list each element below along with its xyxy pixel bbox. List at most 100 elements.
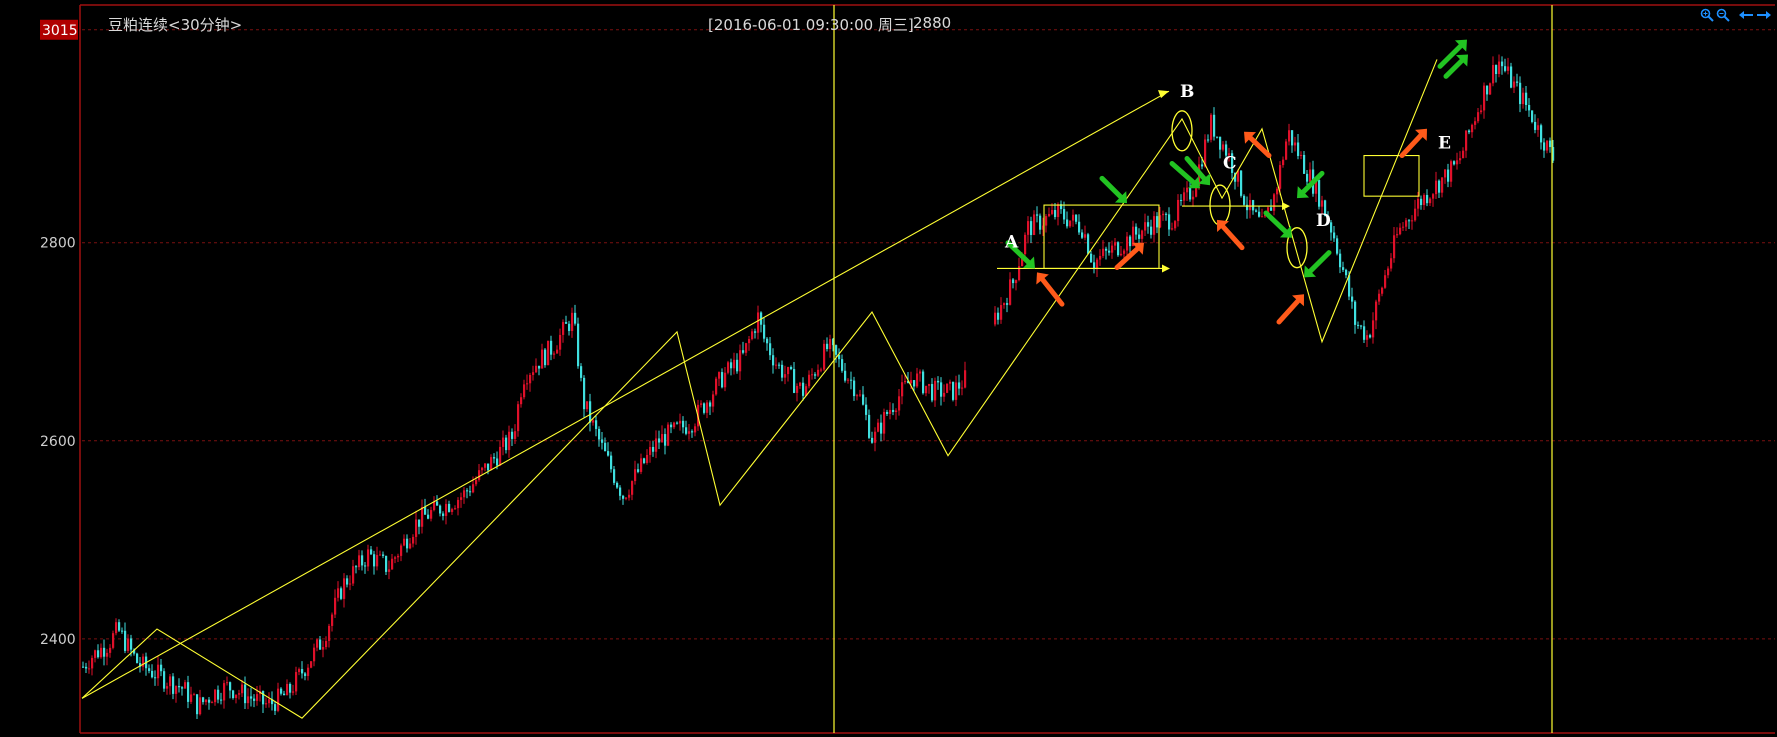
candle-up (457, 499, 460, 509)
candle-up (1507, 66, 1510, 71)
candle-down (1360, 325, 1363, 327)
candle-up (1111, 245, 1114, 253)
candle-down (1135, 226, 1138, 235)
candle-down (1039, 215, 1042, 230)
candle-up (784, 374, 787, 378)
candle-down (340, 588, 343, 599)
candle-down (1534, 121, 1537, 130)
candle-down (598, 428, 601, 440)
candle-down (853, 380, 856, 397)
candle-down (835, 345, 838, 355)
candle-down (436, 501, 439, 506)
candle-down (1525, 92, 1528, 105)
candle-down (121, 630, 124, 632)
candle-down (1147, 222, 1150, 227)
candle-up (166, 686, 169, 689)
candle-down (868, 414, 871, 438)
candle-up (562, 322, 565, 335)
candle-up (1144, 222, 1147, 231)
candle-down (589, 401, 592, 423)
candle-down (637, 469, 640, 472)
arrow-right-icon[interactable] (1756, 8, 1772, 26)
zoom-in-icon[interactable] (1700, 8, 1714, 26)
candle-up (1381, 287, 1384, 294)
green-arrow (1263, 210, 1288, 235)
candle-up (964, 370, 967, 388)
candle-up (1177, 199, 1180, 222)
candle-up (1057, 204, 1060, 218)
candle-up (1033, 214, 1036, 235)
candle-down (187, 682, 190, 702)
candle-up (1414, 208, 1417, 221)
candle-down (1549, 140, 1552, 148)
candle-down (643, 458, 646, 463)
candle-up (526, 383, 529, 385)
candle-up (739, 350, 742, 372)
candlestick-chart[interactable]: A B C D E 2400 2600 2800 3015 (0, 0, 1777, 737)
candle-up (592, 420, 595, 423)
candle-up (1288, 130, 1291, 142)
candle-up (1432, 194, 1435, 199)
candle-down (466, 490, 469, 492)
candle-up (508, 431, 511, 451)
candle-up (820, 369, 823, 371)
candle-up (688, 431, 691, 434)
candle-down (1318, 179, 1321, 207)
candle-down (385, 555, 388, 572)
candle-up (712, 394, 715, 407)
zoom-out-icon[interactable] (1716, 8, 1730, 26)
candle-down (772, 355, 775, 366)
candle-down (841, 359, 844, 371)
candle-down (703, 403, 706, 413)
candle-up (1186, 187, 1189, 193)
candle-up (1546, 140, 1549, 151)
candle-down (940, 382, 943, 397)
candle-up (748, 339, 751, 344)
candle-down (952, 381, 955, 400)
candle-down (1189, 187, 1192, 200)
candle-up (322, 647, 325, 650)
candle-down (607, 451, 610, 456)
candle-up (193, 694, 196, 696)
candle-up (898, 396, 901, 411)
candle-up (1048, 213, 1051, 217)
candle-up (433, 501, 436, 511)
candle-down (613, 469, 616, 483)
candle-up (1174, 221, 1177, 229)
support-line-arrowhead (1282, 202, 1290, 211)
candle-up (673, 422, 676, 428)
candle-up (499, 446, 502, 466)
candle-down (1216, 136, 1219, 138)
candle-down (814, 374, 817, 376)
candle-down (280, 688, 283, 694)
candle-up (1102, 248, 1105, 256)
candle-up (1498, 61, 1501, 74)
arrow-left-icon[interactable] (1738, 8, 1754, 26)
candle-up (925, 385, 928, 394)
candle-up (877, 422, 880, 432)
candle-down (1516, 81, 1519, 83)
candle-up (307, 667, 310, 676)
candle-down (1165, 213, 1168, 215)
candle-up (391, 558, 394, 570)
candle-up (706, 402, 709, 413)
candle-down (355, 566, 358, 568)
candle-up (490, 457, 493, 471)
consolidation-box (1363, 155, 1420, 197)
candle-up (1009, 279, 1012, 305)
candle-up (94, 650, 97, 658)
candle-up (961, 387, 964, 389)
candle-down (124, 630, 127, 651)
candle-up (586, 401, 589, 410)
candle-down (1117, 242, 1120, 256)
candle-down (208, 699, 211, 703)
candle-down (262, 691, 265, 705)
candle-up (1459, 158, 1462, 161)
candle-up (1141, 230, 1144, 239)
candle-up (856, 395, 859, 397)
candle-down (652, 446, 655, 452)
candle-down (790, 367, 793, 370)
candle-up (1390, 258, 1393, 269)
candle-up (169, 676, 172, 687)
candle-down (160, 664, 163, 672)
